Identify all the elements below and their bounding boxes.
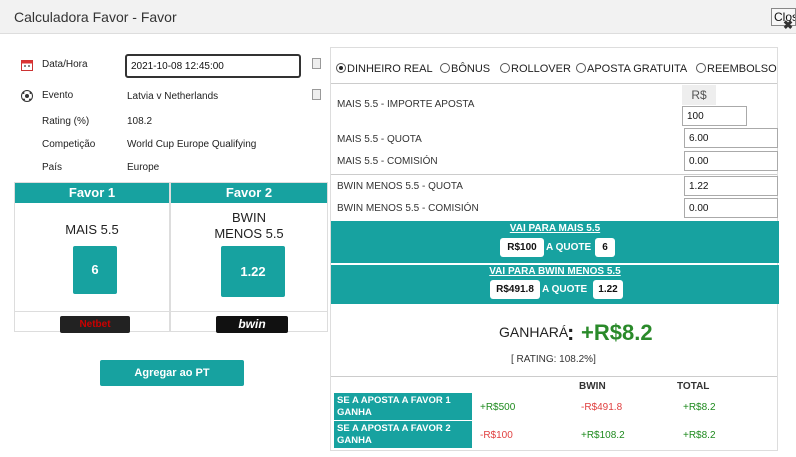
row1-favor1-result: +R$500 <box>480 402 516 413</box>
commission1-label: MAIS 5.5 - COMISIÓN <box>337 156 438 167</box>
bet1-quote: 6 <box>595 238 615 257</box>
event-value: Latvia v Netherlands <box>127 91 219 102</box>
profit-colon: : <box>567 320 575 345</box>
favor2-name-line2: MENOS 5.5 <box>214 226 284 241</box>
quote2-input[interactable] <box>684 176 778 196</box>
event-row: Evento Latvia v Netherlands <box>14 89 328 109</box>
commission2-input[interactable] <box>684 198 778 218</box>
row2-label: SE A APOSTA A FAVOR 2 GANHA <box>334 421 472 448</box>
date-input[interactable] <box>125 54 301 78</box>
rating-summary: [ RATING: 108.2%] <box>511 354 596 365</box>
close-icon[interactable]: ✖ <box>783 18 793 32</box>
event-label: Evento <box>42 90 74 101</box>
bet2-amount: R$491.8 <box>490 280 540 299</box>
copy-icon[interactable] <box>312 58 321 69</box>
date-label: Data/Hora <box>42 59 88 70</box>
divider <box>331 376 777 377</box>
mode-rollover[interactable]: ROLLOVER <box>500 63 571 75</box>
add-to-pt-button[interactable]: Agregar ao PT <box>100 360 244 386</box>
date-row: Data/Hora <box>14 54 328 78</box>
bet2-at-quote: A QUOTE <box>542 284 588 295</box>
country-value: Europe <box>127 162 160 173</box>
radio-icon[interactable] <box>440 63 450 73</box>
quote1-label: MAIS 5.5 - QUOTA <box>337 134 422 145</box>
row1-label: SE A APOSTA A FAVOR 1 GANHA <box>334 393 472 420</box>
mode-free-bet[interactable]: APOSTA GRATUITA <box>576 63 687 75</box>
country-row: País Europe <box>14 161 328 181</box>
soccer-ball-icon <box>21 90 33 102</box>
col-header-total: TOTAL <box>677 381 710 392</box>
quote1-input[interactable] <box>684 128 778 148</box>
row2-total: +R$8.2 <box>683 430 716 441</box>
favor2-name-line1: BWIN <box>232 210 266 225</box>
mode-bonus[interactable]: BÔNUS <box>440 63 490 75</box>
calendar-icon <box>21 60 33 71</box>
competition-label: Competição <box>42 139 96 150</box>
bet1-link[interactable]: VAI PARA MAIS 5.5 <box>331 223 779 234</box>
favor1-header: Favor 1 <box>15 183 169 203</box>
favor2-header: Favor 2 <box>171 183 327 203</box>
quote2-label: BWIN MENOS 5.5 - QUOTA <box>337 181 463 192</box>
radio-icon[interactable] <box>576 63 586 73</box>
dialog-titlebar: Calculadora Favor - Favor Close ✖ <box>0 0 796 34</box>
rating-row: Rating (%) 108.2 <box>14 115 328 135</box>
country-label: País <box>42 162 63 173</box>
competition-value: World Cup Europe Qualifying <box>127 139 257 150</box>
radio-icon[interactable] <box>500 63 510 73</box>
bet1-amount: R$100 <box>500 238 544 257</box>
bet2-link[interactable]: VAI PARA BWIN MENOS 5.5 <box>331 266 779 277</box>
bet2-band: VAI PARA BWIN MENOS 5.5 R$491.8 A QUOTE … <box>331 265 779 304</box>
copy-icon[interactable] <box>312 89 321 100</box>
row1-favor2-result: -R$491.8 <box>581 402 623 413</box>
bwin-logo: bwin <box>216 316 288 333</box>
divider <box>331 174 777 175</box>
row1-total: +R$8.2 <box>683 402 716 413</box>
competition-row: Competição World Cup Europe Qualifying <box>14 138 328 158</box>
divider <box>331 83 777 84</box>
favor-grid: Favor 1 Favor 2 MAIS 5.5 6 BWIN MENOS 5.… <box>14 182 328 333</box>
favor1-bookmaker: Netbet <box>15 311 169 333</box>
profit-value: +R$8.2 <box>581 320 653 345</box>
bet1-at-quote: A QUOTE <box>546 242 592 253</box>
commission2-label: BWIN MENOS 5.5 - COMISIÓN <box>337 203 479 214</box>
rating-label: Rating (%) <box>42 116 90 127</box>
currency-addon: R$ <box>682 85 716 105</box>
mode-refund[interactable]: REEMBOLSO <box>696 63 777 75</box>
bet2-quote: 1.22 <box>593 280 623 299</box>
stake-label: MAIS 5.5 - IMPORTE APOSTA <box>337 99 475 110</box>
column-divider <box>169 183 171 331</box>
col-header-bwin: BWIN <box>579 381 606 392</box>
calculator-panel: DINHEIRO REAL BÔNUS ROLLOVER APOSTA GRAT… <box>330 47 779 451</box>
bet1-band: VAI PARA MAIS 5.5 R$100 A QUOTE 6 <box>331 221 779 263</box>
netbet-logo: Netbet <box>60 316 130 333</box>
stake-input[interactable] <box>682 106 747 126</box>
row2-favor2-result: +R$108.2 <box>581 430 625 441</box>
favor2-bookmaker: bwin <box>171 311 327 333</box>
favor1-name: MAIS 5.5 <box>65 222 119 237</box>
favor2-quote: 1.22 <box>221 246 285 297</box>
dialog-title: Calculadora Favor - Favor <box>14 9 177 25</box>
mode-real-money[interactable]: DINHEIRO REAL <box>336 63 433 75</box>
favor1-quote: 6 <box>73 246 117 294</box>
radio-icon[interactable] <box>696 63 706 73</box>
radio-selected-icon[interactable] <box>336 63 346 73</box>
mode-selector: DINHEIRO REAL BÔNUS ROLLOVER APOSTA GRAT… <box>336 63 777 77</box>
rating-value: 108.2 <box>127 116 153 127</box>
profit-label: GANHARÁ <box>499 324 569 340</box>
commission1-input[interactable] <box>684 151 778 171</box>
row2-favor1-result: -R$100 <box>480 430 513 441</box>
